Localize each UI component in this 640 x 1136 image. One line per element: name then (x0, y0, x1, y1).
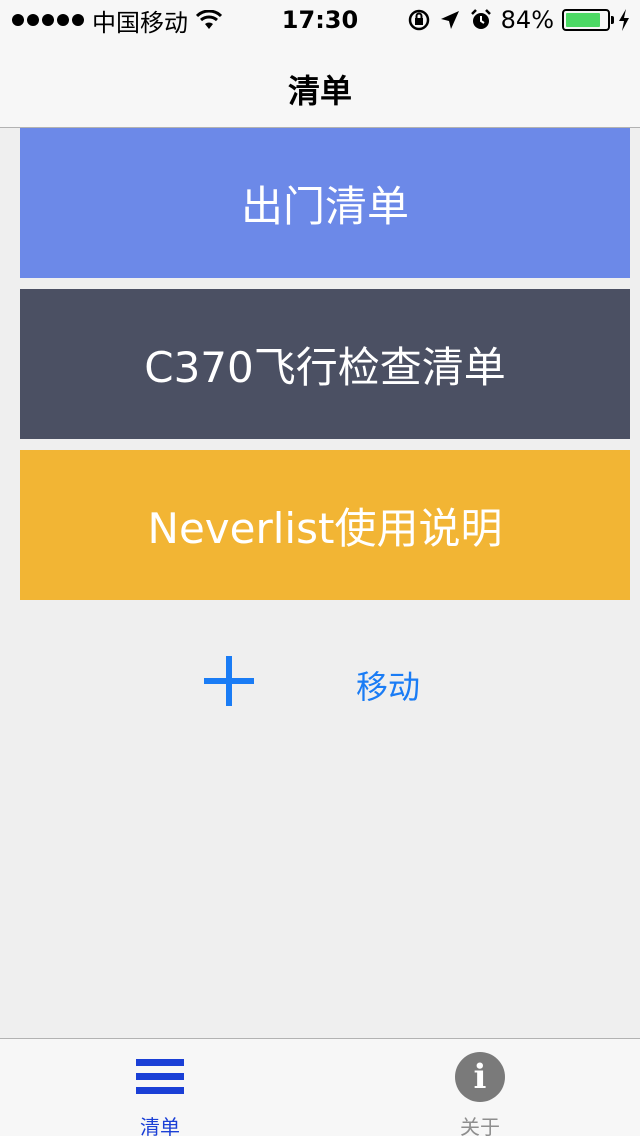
list-card-going-out[interactable]: 出门清单 (20, 128, 630, 278)
navigation-bar: 清单 (0, 40, 640, 128)
move-button[interactable]: 移动 (356, 662, 420, 708)
page-title: 清单 (287, 72, 352, 110)
list-icon (136, 1059, 184, 1095)
tab-about[interactable]: i 关于 (380, 1039, 580, 1136)
rotation-lock-icon (408, 9, 429, 31)
list-card-label: C370飞行检查清单 (144, 342, 506, 392)
list-card-neverlist-guide[interactable]: Neverlist使用说明 (20, 450, 630, 600)
info-icon: i (455, 1052, 505, 1102)
list-card-label: Neverlist使用说明 (147, 503, 503, 553)
battery-fill (566, 13, 600, 27)
charging-icon (619, 9, 629, 31)
list-card-label: 出门清单 (240, 181, 409, 231)
status-right: 84% (407, 6, 630, 34)
tab-label: 关于 (460, 1115, 500, 1136)
location-icon (440, 11, 459, 29)
battery-icon (562, 9, 614, 31)
list-card-c370-flight-check[interactable]: C370飞行检查清单 (20, 289, 630, 439)
tab-bar: 清单 i 关于 (0, 1038, 640, 1136)
tab-lists[interactable]: 清单 (60, 1039, 260, 1136)
tab-label: 清单 (140, 1115, 180, 1136)
status-bar: 中国移动 17:30 84% (0, 0, 640, 40)
alarm-icon (470, 9, 491, 29)
battery-percent: 84% (500, 6, 554, 34)
add-list-button plus-icon[interactable] (204, 656, 254, 706)
